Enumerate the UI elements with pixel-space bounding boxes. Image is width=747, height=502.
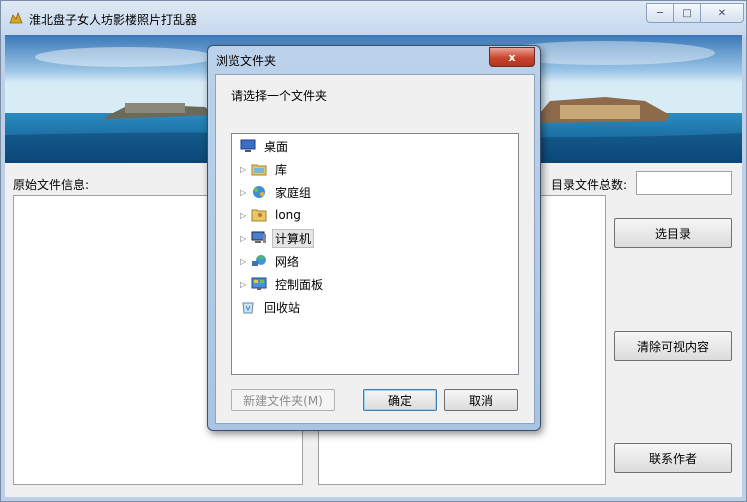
dialog-close-button[interactable]: x — [489, 47, 535, 67]
homegroup-icon — [253, 186, 265, 198]
dialog-body: 请选择一个文件夹 桌面 ▷ 库 ▷ 家庭组 ▷ long ▷ 计算机 ▷ 网络 … — [215, 74, 535, 424]
tree-item-homegroup[interactable]: ▷ 家庭组 — [240, 182, 314, 202]
expand-arrow-icon[interactable]: ▷ — [240, 188, 248, 197]
new-folder-button[interactable]: 新建文件夹(M) — [231, 389, 335, 411]
select-dir-button[interactable]: 选目录 — [614, 218, 732, 248]
expand-arrow-icon[interactable]: ▷ — [240, 165, 248, 174]
desktop-icon — [240, 139, 256, 152]
close-icon: x — [508, 50, 516, 64]
tree-item-library[interactable]: ▷ 库 — [240, 159, 290, 179]
original-info-label: 原始文件信息: — [13, 178, 90, 192]
expand-arrow-icon[interactable]: ▷ — [240, 211, 248, 220]
expand-arrow-icon[interactable]: ▷ — [240, 280, 248, 289]
clear-content-button[interactable]: 清除可视内容 — [614, 331, 732, 361]
dir-total-field[interactable] — [636, 171, 732, 195]
browse-folder-dialog: 浏览文件夹 x 请选择一个文件夹 桌面 ▷ 库 ▷ 家庭组 ▷ long ▷ 计… — [207, 45, 541, 431]
expand-arrow-icon[interactable]: ▷ — [240, 234, 248, 243]
dialog-title: 浏览文件夹 — [216, 54, 277, 68]
network-icon — [252, 255, 266, 266]
dir-total-label: 目录文件总数: — [551, 178, 628, 192]
tree-item-recycle-bin[interactable]: 回收站 — [240, 297, 303, 317]
contact-author-button[interactable]: 联系作者 — [614, 443, 732, 473]
ok-button[interactable]: 确定 — [363, 389, 437, 411]
user-folder-icon — [251, 209, 267, 222]
minimize-button[interactable]: ─ — [646, 3, 674, 23]
tree-item-computer[interactable]: ▷ 计算机 — [240, 228, 315, 248]
close-button[interactable]: ✕ — [700, 3, 744, 23]
window-title: 淮北盘子女人坊影楼照片打乱器 — [29, 13, 198, 27]
control-panel-icon — [251, 277, 267, 290]
tree-item-control-panel[interactable]: ▷ 控制面板 — [240, 274, 326, 294]
maximize-button[interactable]: □ — [673, 3, 701, 23]
window-controls: ─ □ ✕ — [646, 3, 744, 23]
cancel-button[interactable]: 取消 — [444, 389, 518, 411]
recycle-bin-icon — [242, 302, 254, 314]
tree-item-desktop[interactable]: 桌面 — [240, 136, 291, 156]
tree-item-long[interactable]: ▷ long — [240, 205, 304, 225]
close-icon: ✕ — [717, 7, 727, 19]
library-icon — [251, 164, 267, 176]
minimize-icon: ─ — [656, 7, 664, 19]
dialog-prompt: 请选择一个文件夹 — [231, 89, 328, 103]
maximize-icon: □ — [682, 7, 692, 19]
title-bar[interactable]: 淮北盘子女人坊影楼照片打乱器 ─ □ ✕ — [1, 1, 746, 35]
folder-tree[interactable]: 桌面 ▷ 库 ▷ 家庭组 ▷ long ▷ 计算机 ▷ 网络 ▷ 控制面板 回收… — [231, 133, 519, 375]
tree-item-network[interactable]: ▷ 网络 — [240, 251, 302, 271]
app-icon — [9, 12, 23, 24]
computer-icon — [251, 231, 266, 243]
expand-arrow-icon[interactable]: ▷ — [240, 257, 248, 266]
